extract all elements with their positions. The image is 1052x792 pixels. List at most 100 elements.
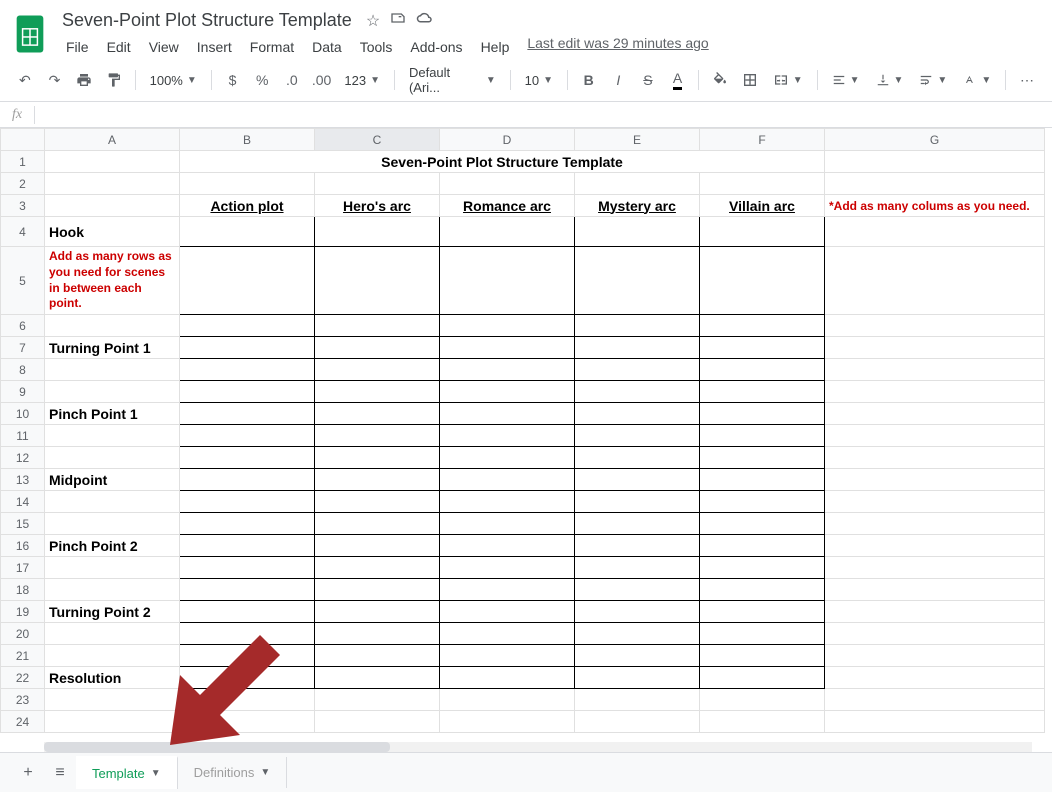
cell-B21[interactable] (180, 645, 315, 667)
cell-F4[interactable] (700, 217, 825, 247)
cell-E17[interactable] (575, 557, 700, 579)
cell-A2[interactable] (45, 173, 180, 195)
tab-template[interactable]: Template▼ (76, 756, 178, 789)
row-header-10[interactable]: 10 (1, 403, 45, 425)
italic-icon[interactable]: I (605, 67, 631, 93)
cell-F6[interactable] (700, 315, 825, 337)
row-header-3[interactable]: 3 (1, 195, 45, 217)
cell-D6[interactable] (440, 315, 575, 337)
cloud-icon[interactable] (416, 11, 434, 30)
select-all-corner[interactable] (1, 129, 45, 151)
row-header-24[interactable]: 24 (1, 711, 45, 733)
print-icon[interactable] (71, 67, 97, 93)
col-header-E[interactable]: E (575, 129, 700, 151)
cell-A8[interactable] (45, 359, 180, 381)
cell-F8[interactable] (700, 359, 825, 381)
more-toolbar-icon[interactable]: ⋯ (1014, 67, 1040, 93)
cell-D8[interactable] (440, 359, 575, 381)
doc-title[interactable]: Seven-Point Plot Structure Template (58, 8, 356, 33)
cell-F12[interactable] (700, 447, 825, 469)
menu-data[interactable]: Data (304, 35, 350, 59)
cell-B7[interactable] (180, 337, 315, 359)
cell-B10[interactable] (180, 403, 315, 425)
cell-E19[interactable] (575, 601, 700, 623)
row-header-21[interactable]: 21 (1, 645, 45, 667)
zoom-select[interactable]: 100%▼ (144, 71, 203, 90)
menu-tools[interactable]: Tools (352, 35, 401, 59)
cell-F19[interactable] (700, 601, 825, 623)
row-header-16[interactable]: 16 (1, 535, 45, 557)
cell-E6[interactable] (575, 315, 700, 337)
cell-C13[interactable] (315, 469, 440, 491)
cell-C23[interactable] (315, 689, 440, 711)
row-header-12[interactable]: 12 (1, 447, 45, 469)
text-color-icon[interactable]: A (665, 67, 691, 93)
cell-A24[interactable] (45, 711, 180, 733)
cell-B22[interactable] (180, 667, 315, 689)
cell-F15[interactable] (700, 513, 825, 535)
col-header-B[interactable]: B (180, 129, 315, 151)
cell-C15[interactable] (315, 513, 440, 535)
borders-icon[interactable] (737, 67, 763, 93)
cell-A20[interactable] (45, 623, 180, 645)
cell-E16[interactable] (575, 535, 700, 557)
cell-C8[interactable] (315, 359, 440, 381)
cell-A11[interactable] (45, 425, 180, 447)
h-scrollbar[interactable] (44, 742, 1032, 752)
cell-A13[interactable]: Midpoint (45, 469, 180, 491)
cell-F11[interactable] (700, 425, 825, 447)
cell-E22[interactable] (575, 667, 700, 689)
cell-B23[interactable] (180, 689, 315, 711)
cell-A1[interactable] (45, 151, 180, 173)
cell-G22[interactable] (825, 667, 1045, 689)
cell-A12[interactable] (45, 447, 180, 469)
cell-C11[interactable] (315, 425, 440, 447)
merge-cells-icon[interactable]: ▼ (767, 70, 809, 90)
cell-A7[interactable]: Turning Point 1 (45, 337, 180, 359)
header-B[interactable]: Action plot (180, 195, 315, 217)
cell-B5[interactable] (180, 247, 315, 315)
fill-color-icon[interactable] (707, 67, 733, 93)
header-F[interactable]: Villain arc (700, 195, 825, 217)
row-header-5[interactable]: 5 (1, 247, 45, 315)
cell-E21[interactable] (575, 645, 700, 667)
formula-input[interactable] (35, 107, 1040, 122)
cell-G2[interactable] (825, 173, 1045, 195)
font-select[interactable]: Default (Ari...▼ (403, 63, 502, 97)
font-size[interactable]: 10▼ (519, 71, 559, 90)
move-icon[interactable] (390, 10, 406, 31)
chevron-down-icon[interactable]: ▼ (151, 768, 161, 779)
menu-addons[interactable]: Add-ons (402, 35, 470, 59)
title-cell[interactable]: Seven-Point Plot Structure Template (180, 151, 825, 173)
row-header-4[interactable]: 4 (1, 217, 45, 247)
row-header-6[interactable]: 6 (1, 315, 45, 337)
h-align-icon[interactable]: ▼ (826, 71, 866, 89)
cell-G16[interactable] (825, 535, 1045, 557)
col-header-F[interactable]: F (700, 129, 825, 151)
cell-A3[interactable] (45, 195, 180, 217)
cell-C17[interactable] (315, 557, 440, 579)
increase-decimal-icon[interactable]: .00 (309, 67, 335, 93)
header-D[interactable]: Romance arc (440, 195, 575, 217)
row-header-22[interactable]: 22 (1, 667, 45, 689)
side-note[interactable]: *Add as many colums as you need. (825, 195, 1045, 217)
cell-E7[interactable] (575, 337, 700, 359)
cell-G8[interactable] (825, 359, 1045, 381)
cell-E15[interactable] (575, 513, 700, 535)
cell-B12[interactable] (180, 447, 315, 469)
v-align-icon[interactable]: ▼ (870, 71, 910, 89)
cell-D12[interactable] (440, 447, 575, 469)
cell-C5[interactable] (315, 247, 440, 315)
cell-C20[interactable] (315, 623, 440, 645)
cell-E23[interactable] (575, 689, 700, 711)
menu-format[interactable]: Format (242, 35, 302, 59)
star-icon[interactable]: ☆ (366, 11, 380, 31)
cell-A14[interactable] (45, 491, 180, 513)
strikethrough-icon[interactable]: S (635, 67, 661, 93)
cell-F21[interactable] (700, 645, 825, 667)
cell-A19[interactable]: Turning Point 2 (45, 601, 180, 623)
cell-C6[interactable] (315, 315, 440, 337)
cell-C10[interactable] (315, 403, 440, 425)
cell-G24[interactable] (825, 711, 1045, 733)
menu-help[interactable]: Help (473, 35, 518, 59)
